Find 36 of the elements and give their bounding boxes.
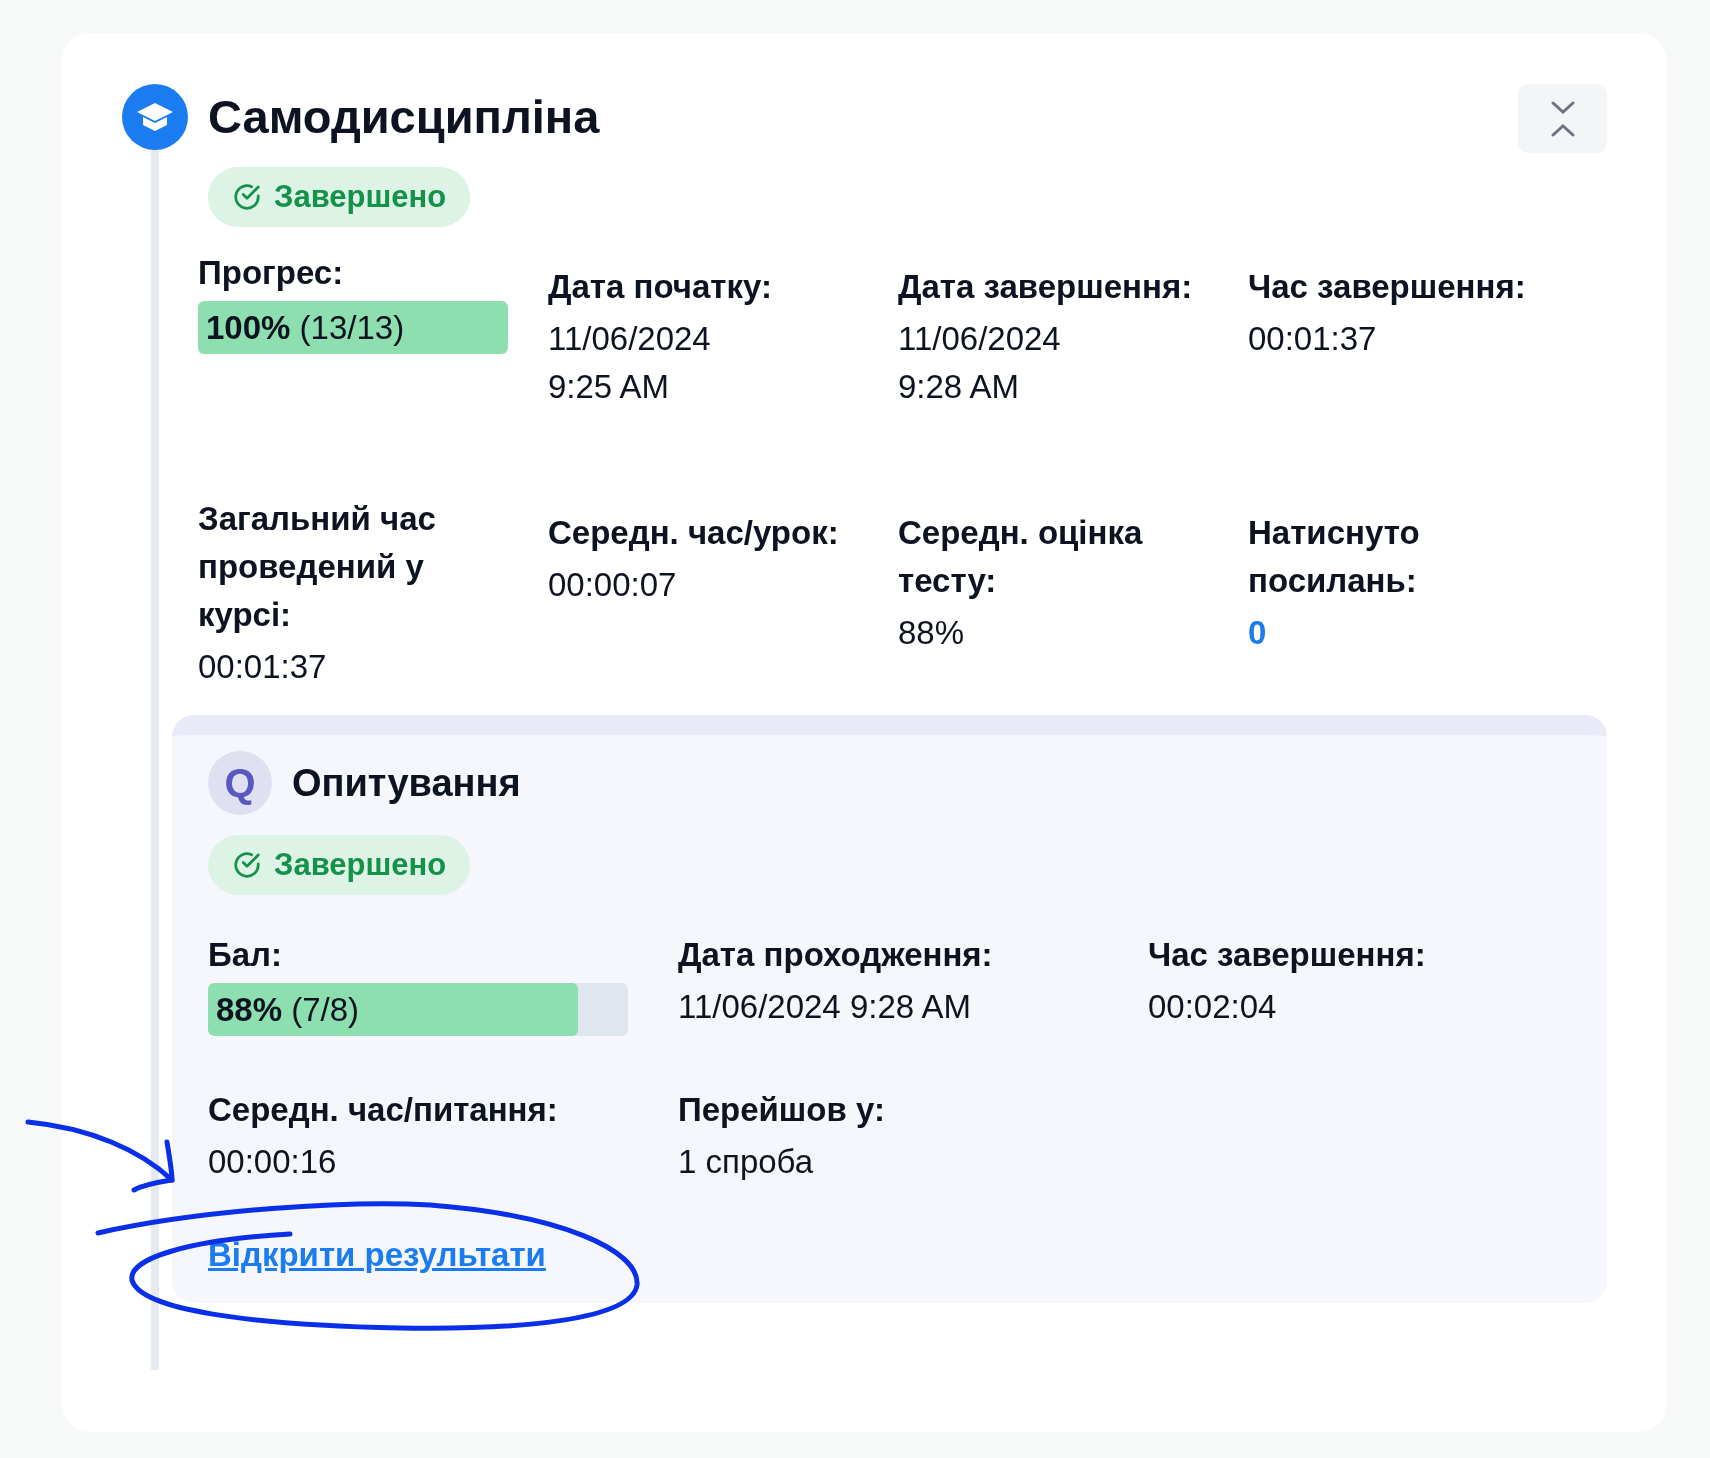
stat-value: 11/06/2024 9:25 AM bbox=[548, 319, 712, 407]
stat-value: 00:01:37 bbox=[198, 647, 328, 687]
stat-value: 00:00:07 bbox=[548, 565, 678, 605]
stat-label: Дата завершення: bbox=[898, 267, 1194, 307]
stat-value: 88% bbox=[898, 613, 966, 653]
stat-value: 00:01:37 bbox=[1248, 319, 1378, 359]
stat-label: Дата початку: bbox=[548, 267, 773, 307]
quiz-title: Опитування bbox=[292, 760, 521, 806]
stat-value: 11/06/2024 9:28 AM bbox=[898, 319, 1062, 407]
collapse-button[interactable] bbox=[1518, 84, 1607, 153]
stat-label: Бал: bbox=[208, 935, 284, 975]
stat-value: 1 спроба bbox=[678, 1142, 815, 1182]
open-results-link[interactable]: Відкрити результати bbox=[208, 1230, 546, 1280]
stat-label: Середн. оцінка тесту: bbox=[898, 513, 1144, 601]
stat-label: Прогрес: bbox=[198, 253, 345, 293]
stat-label: Загальний час проведений у курсі: bbox=[198, 499, 437, 635]
stat-label: Дата проходження: bbox=[678, 935, 994, 975]
stat-label: Середн. час/питання: bbox=[208, 1090, 559, 1130]
progress-value: 100% (13/13) bbox=[205, 308, 406, 348]
quiz-avatar: Q bbox=[208, 751, 272, 815]
check-circle-icon bbox=[232, 850, 262, 880]
stat-value: 11/06/2024 9:28 AM bbox=[678, 987, 972, 1027]
stat-value: 00:02:04 bbox=[1148, 987, 1278, 1027]
check-circle-icon bbox=[232, 182, 262, 212]
status-badge: Завершено bbox=[208, 167, 471, 227]
stat-label: Натиснуто посилань: bbox=[1248, 513, 1421, 601]
status-badge: Завершено bbox=[208, 835, 471, 895]
stat-label: Час завершення: bbox=[1248, 267, 1527, 307]
stat-value: 00:00:16 bbox=[208, 1142, 338, 1182]
stat-label: Час завершення: bbox=[1148, 935, 1427, 975]
stat-label: Середн. час/урок: bbox=[548, 513, 840, 553]
progress-value: 88% (7/8) bbox=[215, 990, 361, 1030]
graduation-cap-icon bbox=[135, 101, 175, 133]
stat-label: Перейшов у: bbox=[678, 1090, 886, 1130]
stat-value[interactable]: 0 bbox=[1248, 609, 1267, 657]
course-title: Самодисципліна bbox=[208, 89, 600, 145]
